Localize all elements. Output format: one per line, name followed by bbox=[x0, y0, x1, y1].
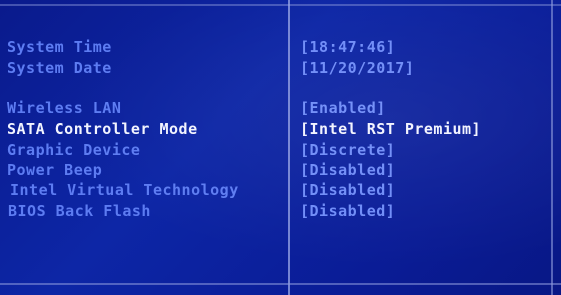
bios-setup-screen: System Time [18:47:46] System Date [11/2… bbox=[0, 0, 561, 295]
system-time-value[interactable]: [18:47:46] bbox=[300, 38, 395, 56]
graphic-device-label: Graphic Device bbox=[7, 141, 141, 159]
column-divider bbox=[288, 0, 290, 295]
sata-controller-mode-label: SATA Controller Mode bbox=[7, 120, 198, 138]
wireless-lan-label: Wireless LAN bbox=[7, 99, 122, 117]
intel-virtual-technology-label: Intel Virtual Technology bbox=[10, 181, 239, 199]
bios-back-flash-label: BIOS Back Flash bbox=[8, 202, 151, 220]
frame-right-line bbox=[551, 0, 553, 295]
sata-controller-mode-value[interactable]: [Intel RST Premium] bbox=[300, 120, 481, 138]
graphic-device-value[interactable]: [Discrete] bbox=[300, 141, 395, 159]
intel-virtual-technology-value[interactable]: [Disabled] bbox=[300, 181, 395, 199]
power-beep-value[interactable]: [Disabled] bbox=[300, 161, 395, 179]
power-beep-label: Power Beep bbox=[7, 161, 103, 179]
frame-bottom-line bbox=[0, 283, 561, 285]
system-time-label: System Time bbox=[7, 38, 112, 56]
system-date-value[interactable]: [11/20/2017] bbox=[300, 59, 414, 77]
frame-top-line bbox=[0, 4, 561, 6]
system-date-label: System Date bbox=[7, 59, 112, 77]
wireless-lan-value[interactable]: [Enabled] bbox=[300, 99, 386, 117]
bios-back-flash-value[interactable]: [Disabled] bbox=[300, 202, 395, 220]
